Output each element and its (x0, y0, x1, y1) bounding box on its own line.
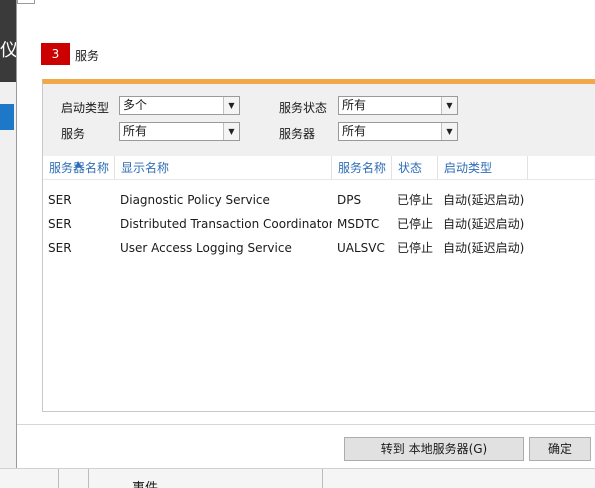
sort-ascending-icon: ▲ (75, 159, 82, 168)
cell-display-name: User Access Logging Service (120, 241, 292, 255)
startup-type-select[interactable]: 多个 ▼ (119, 96, 240, 115)
background-events-label: 事件 (132, 477, 158, 488)
cell-status: 已停止 (397, 241, 434, 255)
service-status-value: 所有 (342, 98, 367, 112)
service-label: 服务 (61, 127, 86, 141)
server-select[interactable]: 所有 ▼ (338, 122, 458, 141)
footer-divider (17, 424, 595, 425)
cell-service-name: MSDTC (337, 217, 380, 231)
dialog-corner (17, 0, 35, 4)
table-row[interactable]: SER Diagnostic Policy Service DPS 已停止 自动… (43, 188, 595, 212)
background-bottom-bar: 事件 (0, 468, 595, 488)
column-header-startup-type[interactable]: 启动类型 (438, 156, 528, 180)
chevron-down-icon[interactable]: ▼ (223, 97, 239, 114)
section-count-badge: 3 (41, 43, 70, 65)
column-header-server-name[interactable]: ▲ 服务器名称 (43, 156, 115, 180)
column-header-display-name[interactable]: 显示名称 (115, 156, 332, 180)
table-row[interactable]: SER Distributed Transaction Coordinator … (43, 212, 595, 236)
column-header-service-name[interactable]: 服务名称 (332, 156, 392, 180)
service-select[interactable]: 所有 ▼ (119, 122, 240, 141)
table-row[interactable]: SER User Access Logging Service UALSVC 已… (43, 236, 595, 260)
background-divider (322, 469, 323, 488)
server-value: 所有 (342, 124, 367, 138)
cell-display-name: Diagnostic Policy Service (120, 193, 270, 207)
cell-display-name: Distributed Transaction Coordinator (120, 217, 332, 231)
cell-status: 已停止 (397, 217, 434, 231)
service-status-label: 服务状态 (279, 101, 328, 115)
cell-server-name: SER (48, 217, 72, 231)
background-selected-nav (0, 104, 14, 130)
startup-type-value: 多个 (123, 98, 148, 112)
service-value: 所有 (123, 124, 148, 138)
background-window-edge: 仪 (0, 0, 16, 82)
cell-status: 已停止 (397, 193, 434, 207)
chevron-down-icon[interactable]: ▼ (223, 123, 239, 140)
background-divider (58, 469, 59, 488)
cell-startup-type: 自动(延迟启动) (443, 241, 525, 255)
cell-server-name: SER (48, 241, 72, 255)
cell-server-name: SER (48, 193, 72, 207)
column-header-status[interactable]: 状态 (392, 156, 438, 180)
services-dialog: 3 服务 启动类型 多个 ▼ 服务状态 所有 ▼ 服务 所有 ▼ 服务器 所有 … (16, 0, 595, 468)
ok-button[interactable]: 确定 (529, 437, 591, 461)
chevron-down-icon[interactable]: ▼ (441, 97, 457, 114)
server-label: 服务器 (279, 127, 316, 141)
table-header: ▲ 服务器名称 显示名称 服务名称 状态 启动类型 (43, 156, 595, 180)
cell-startup-type: 自动(延迟启动) (443, 193, 525, 207)
section-title: 服务 (75, 49, 100, 63)
chevron-down-icon[interactable]: ▼ (441, 123, 457, 140)
services-panel: 启动类型 多个 ▼ 服务状态 所有 ▼ 服务 所有 ▼ 服务器 所有 ▼ ▲ 服… (42, 79, 595, 412)
background-glyph: 仪 (0, 40, 16, 61)
cell-startup-type: 自动(延迟启动) (443, 217, 525, 231)
service-status-select[interactable]: 所有 ▼ (338, 96, 458, 115)
goto-local-server-button[interactable]: 转到 本地服务器(G) (344, 437, 524, 461)
background-divider (88, 469, 89, 488)
filter-area: 启动类型 多个 ▼ 服务状态 所有 ▼ 服务 所有 ▼ 服务器 所有 ▼ (43, 84, 595, 156)
cell-service-name: DPS (337, 193, 362, 207)
startup-type-label: 启动类型 (61, 101, 110, 115)
cell-service-name: UALSVC (337, 241, 385, 255)
